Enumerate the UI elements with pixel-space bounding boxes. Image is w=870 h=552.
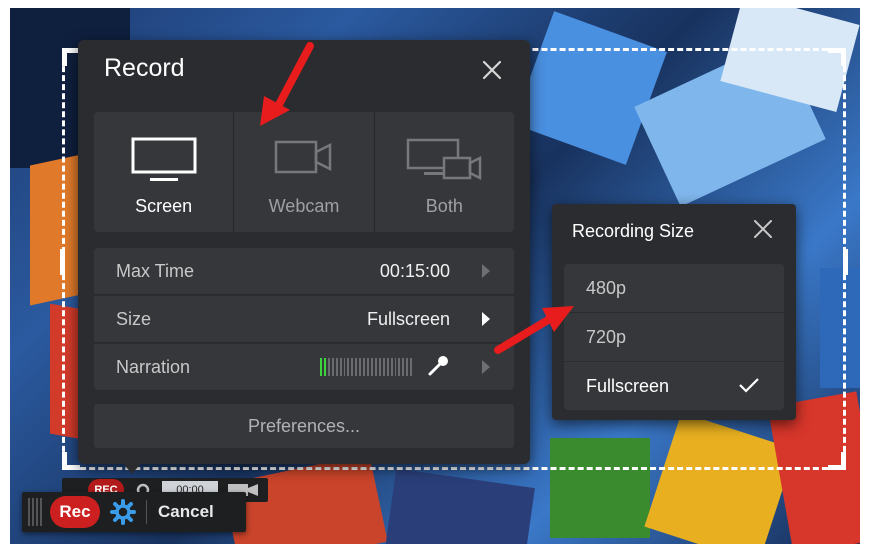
record-toolbar: Rec Cancel	[22, 492, 246, 532]
resize-handle-left[interactable]	[60, 249, 65, 275]
meter-segment	[382, 358, 385, 376]
size-option-label: Fullscreen	[586, 376, 670, 396]
narration-row[interactable]: Narration	[94, 344, 514, 390]
size-option-label: 720p	[586, 327, 627, 347]
size-option-label: 480p	[586, 278, 627, 298]
max-time-label: Max Time	[116, 261, 195, 281]
meter-segment	[335, 358, 338, 376]
recording-size-title: Recording Size	[572, 221, 695, 241]
meter-segment	[351, 358, 354, 376]
chevron-right-icon	[482, 312, 490, 326]
toolbar-divider	[146, 500, 147, 524]
drag-handle[interactable]	[28, 498, 44, 526]
meter-segment	[320, 358, 322, 376]
annotation-arrow-size	[494, 306, 574, 354]
microphone-icon[interactable]	[426, 354, 450, 378]
max-time-value: 00:15:00	[379, 261, 450, 281]
monitor-icon	[131, 137, 197, 181]
meter-segment	[327, 358, 330, 376]
size-row[interactable]: Size Fullscreen	[94, 296, 514, 342]
meter-segment	[406, 358, 409, 376]
meter-segment	[323, 358, 326, 376]
audio-level-meter	[320, 358, 413, 376]
meter-segment	[410, 358, 413, 376]
resize-corner-bottom-right[interactable]	[828, 452, 846, 470]
meter-segment	[394, 358, 397, 376]
chevron-right-icon	[482, 264, 490, 278]
meter-segment	[386, 358, 389, 376]
annotation-arrow-webcam	[260, 42, 314, 126]
size-option-720p[interactable]: 720p	[564, 313, 784, 361]
meter-segment	[367, 358, 369, 376]
meter-segment	[370, 358, 373, 376]
webcam-icon	[274, 140, 332, 174]
meter-segment	[363, 358, 366, 376]
mode-both-button[interactable]: Both	[375, 112, 514, 232]
meter-segment	[390, 358, 393, 376]
screen-webcam-icon	[407, 138, 482, 181]
mode-screen-button[interactable]: Screen	[94, 112, 235, 232]
meter-segment	[355, 358, 358, 376]
panel-pointer	[122, 462, 142, 474]
mode-webcam-label: Webcam	[268, 196, 340, 216]
narration-label: Narration	[116, 357, 191, 377]
meter-segment	[331, 358, 334, 376]
meter-segment	[378, 358, 381, 376]
max-time-row[interactable]: Max Time 00:15:00	[94, 248, 514, 294]
cancel-button[interactable]: Cancel	[158, 502, 214, 522]
checkmark-icon	[739, 378, 759, 393]
meter-segment	[343, 358, 346, 376]
size-label: Size	[116, 309, 152, 329]
meter-segment	[347, 358, 350, 376]
mode-screen-label: Screen	[135, 196, 193, 216]
preferences-button[interactable]: Preferences...	[94, 404, 514, 448]
mode-both-label: Both	[425, 196, 463, 216]
meter-segment	[398, 358, 401, 376]
resize-handle-right[interactable]	[843, 249, 848, 275]
size-value: Fullscreen	[366, 309, 450, 329]
preferences-label: Preferences...	[247, 416, 361, 436]
rec-button[interactable]: Rec	[50, 496, 100, 528]
close-icon[interactable]	[752, 218, 774, 240]
record-panel-title: Record	[104, 54, 185, 82]
meter-segment	[402, 358, 405, 376]
size-option-fullscreen[interactable]: Fullscreen	[564, 362, 784, 410]
recording-size-panel: Recording Size 480p 720p Fullscreen	[552, 204, 796, 420]
meter-segment	[339, 358, 342, 376]
size-option-480p[interactable]: 480p	[564, 264, 784, 312]
chevron-right-icon	[482, 360, 490, 374]
gear-icon[interactable]	[110, 499, 136, 525]
close-icon[interactable]	[480, 58, 504, 82]
meter-segment	[359, 358, 362, 376]
resize-corner-top-right[interactable]	[828, 48, 846, 66]
meter-segment	[374, 358, 377, 376]
